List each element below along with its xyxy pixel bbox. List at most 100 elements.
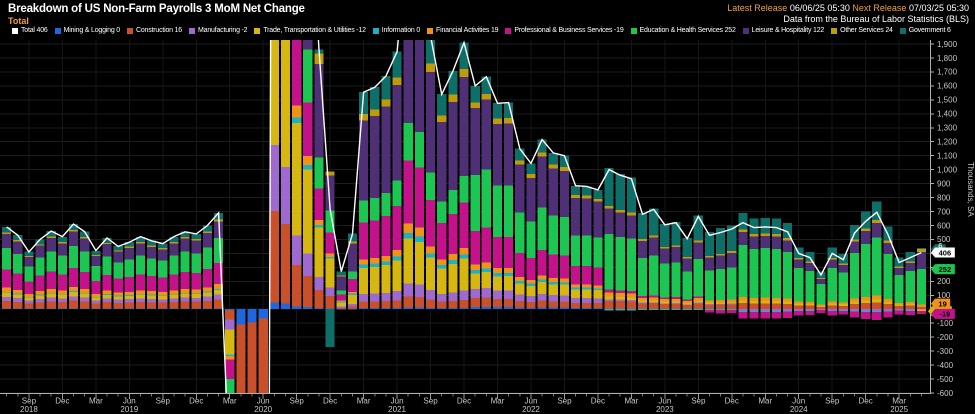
- bar-segment[interactable]: [604, 234, 613, 290]
- bar-segment[interactable]: [638, 296, 647, 298]
- bar-segment[interactable]: [749, 309, 758, 311]
- bar-segment[interactable]: [906, 310, 915, 311]
- bar-segment[interactable]: [2, 248, 11, 269]
- bar-segment[interactable]: [839, 304, 848, 306]
- bar-segment[interactable]: [337, 302, 346, 303]
- bar-segment[interactable]: [136, 256, 145, 275]
- bar-segment[interactable]: [24, 309, 33, 310]
- bar-segment[interactable]: [225, 329, 234, 354]
- bar-segment[interactable]: [716, 309, 725, 310]
- bar-segment[interactable]: [772, 298, 781, 301]
- bar-segment[interactable]: [705, 305, 714, 309]
- bar-segment[interactable]: [538, 275, 547, 279]
- bar-segment[interactable]: [381, 107, 390, 193]
- bar-segment[interactable]: [783, 252, 792, 298]
- bar-segment[interactable]: [660, 299, 669, 302]
- bar-segment[interactable]: [627, 301, 636, 309]
- bar-segment[interactable]: [493, 268, 502, 273]
- bar-segment[interactable]: [571, 308, 580, 309]
- bar-segment[interactable]: [381, 308, 390, 309]
- bar-segment[interactable]: [716, 305, 725, 310]
- bar-segment[interactable]: [136, 242, 145, 243]
- bar-segment[interactable]: [2, 297, 11, 301]
- bar-segment[interactable]: [91, 300, 100, 303]
- bar-segment[interactable]: [582, 266, 591, 284]
- bar-segment[interactable]: [35, 302, 44, 308]
- bar-segment[interactable]: [58, 274, 67, 290]
- bar-segment[interactable]: [649, 209, 658, 236]
- bar-segment[interactable]: [627, 294, 636, 298]
- bar-segment[interactable]: [404, 307, 413, 309]
- bar-segment[interactable]: [125, 247, 134, 248]
- bar-segment[interactable]: [35, 276, 44, 291]
- bar-segment[interactable]: [883, 299, 892, 302]
- bar-segment[interactable]: [348, 243, 357, 271]
- bar-segment[interactable]: [348, 292, 357, 294]
- bar-segment[interactable]: [392, 206, 401, 250]
- bar-segment[interactable]: [616, 290, 625, 293]
- bar-segment[interactable]: [738, 245, 747, 297]
- bar-segment[interactable]: [169, 256, 178, 275]
- bar-segment[interactable]: [895, 305, 904, 306]
- bar-segment[interactable]: [281, 304, 290, 310]
- bar-segment[interactable]: [426, 253, 435, 257]
- bar-segment[interactable]: [761, 218, 770, 233]
- bar-segment[interactable]: [437, 122, 446, 202]
- bar-segment[interactable]: [337, 275, 346, 276]
- bar-segment[interactable]: [515, 308, 524, 310]
- bar-segment[interactable]: [370, 87, 379, 109]
- bar-segment[interactable]: [35, 309, 44, 310]
- bar-segment[interactable]: [13, 302, 22, 309]
- bar-segment[interactable]: [627, 291, 636, 294]
- bar-segment[interactable]: [504, 268, 513, 273]
- bar-segment[interactable]: [716, 302, 725, 304]
- bar-segment[interactable]: [102, 275, 111, 291]
- bar-segment[interactable]: [694, 303, 703, 304]
- bar-segment[interactable]: [392, 291, 401, 300]
- bar-segment[interactable]: [247, 323, 256, 414]
- bar-segment[interactable]: [794, 258, 803, 260]
- bar-segment[interactable]: [158, 261, 167, 278]
- bar-segment[interactable]: [203, 287, 212, 291]
- bar-segment[interactable]: [571, 298, 580, 303]
- bar-segment[interactable]: [91, 303, 100, 308]
- bar-segment[interactable]: [370, 116, 379, 198]
- bar-segment[interactable]: [415, 167, 424, 227]
- bar-segment[interactable]: [828, 309, 837, 310]
- bar-segment[interactable]: [69, 291, 78, 292]
- bar-segment[interactable]: [683, 304, 692, 305]
- bar-segment[interactable]: [917, 307, 926, 309]
- bar-segment[interactable]: [716, 304, 725, 305]
- bar-segment[interactable]: [203, 247, 212, 269]
- bar-segment[interactable]: [571, 285, 580, 288]
- bar-segment[interactable]: [515, 281, 524, 283]
- bar-segment[interactable]: [303, 254, 312, 276]
- bar-segment[interactable]: [683, 301, 692, 303]
- bar-segment[interactable]: [895, 275, 904, 303]
- bar-segment[interactable]: [359, 201, 368, 223]
- bar-segment[interactable]: [482, 268, 491, 271]
- bar-segment[interactable]: [671, 309, 680, 310]
- bar-segment[interactable]: [114, 303, 123, 309]
- bar-segment[interactable]: [694, 301, 703, 303]
- bar-segment[interactable]: [114, 309, 123, 310]
- bar-segment[interactable]: [326, 257, 335, 258]
- bar-segment[interactable]: [24, 282, 33, 295]
- bar-segment[interactable]: [671, 297, 680, 299]
- bar-segment[interactable]: [671, 222, 680, 245]
- bar-segment[interactable]: [326, 258, 335, 287]
- bar-segment[interactable]: [638, 309, 647, 310]
- bar-segment[interactable]: [381, 265, 390, 293]
- bar-segment[interactable]: [169, 242, 178, 243]
- bar-segment[interactable]: [604, 309, 613, 310]
- bar-segment[interactable]: [493, 186, 502, 238]
- bar-segment[interactable]: [727, 267, 736, 299]
- bar-segment[interactable]: [448, 308, 457, 309]
- bar-segment[interactable]: [883, 309, 892, 311]
- bar-segment[interactable]: [705, 303, 714, 305]
- bar-segment[interactable]: [415, 132, 424, 167]
- bar-segment[interactable]: [437, 116, 446, 122]
- bar-segment[interactable]: [426, 64, 435, 72]
- bar-segment[interactable]: [102, 243, 111, 244]
- bar-segment[interactable]: [314, 308, 323, 309]
